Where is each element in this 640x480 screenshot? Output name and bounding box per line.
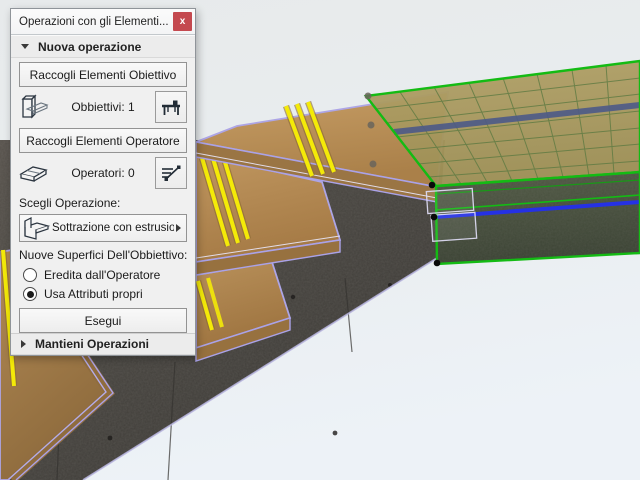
targets-count: Obbiettivi: 1: [71, 100, 135, 114]
radio-row-own-attributes[interactable]: Usa Attributi propri: [11, 283, 195, 302]
radio-row-inherit[interactable]: Eredita dall'Operatore: [11, 264, 195, 283]
pick-operators-button[interactable]: [155, 157, 187, 189]
targets-row: Obbiettivi: 1: [11, 87, 195, 124]
choose-operation-label: Scegli Operazione:: [19, 196, 121, 210]
palette-title: Operazioni con gli Elementi...: [19, 15, 169, 28]
subtraction-extrusion-icon: [22, 214, 50, 242]
operators-row: Operatori: 0: [11, 153, 195, 190]
expand-arrow-icon: [21, 340, 26, 348]
3d-window: Operazioni con gli Elementi... x Nuova o…: [0, 0, 640, 480]
radio-inherit-label: Eredita dall'Operatore: [44, 268, 161, 282]
operation-selected-value: Sottrazione con estrusio...: [52, 222, 174, 234]
operation-dropdown[interactable]: Sottrazione con estrusio...: [19, 214, 187, 242]
pick-targets-button[interactable]: [155, 91, 187, 123]
solid-element-operations-palette: Operazioni con gli Elementi... x Nuova o…: [10, 8, 196, 356]
section-new-operation-label: Nuova operazione: [38, 39, 142, 54]
new-surfaces-label: Nuove Superfici Dell'Obbiettivo:: [19, 248, 188, 262]
close-button[interactable]: x: [173, 12, 192, 31]
collect-operators-button[interactable]: Raccogli Elementi Operatore: [19, 128, 187, 153]
radio-own-circle[interactable]: [23, 287, 37, 301]
collapse-arrow-icon: [21, 44, 29, 49]
radio-dot: [26, 290, 34, 298]
section-keep-operations[interactable]: Mantieni Operazioni: [11, 333, 195, 355]
section-new-operation[interactable]: Nuova operazione: [11, 35, 195, 58]
operators-count: Operatori: 0: [71, 166, 135, 180]
execute-button[interactable]: Esegui: [19, 308, 187, 333]
section-keep-operations-label: Mantieni Operazioni: [35, 337, 150, 351]
target-elements-icon: [19, 93, 51, 121]
operator-elements-icon: [19, 159, 51, 187]
dropdown-arrow-icon: [176, 224, 181, 232]
palette-titlebar[interactable]: Operazioni con gli Elementi... x: [11, 9, 195, 35]
radio-inherit-circle[interactable]: [23, 268, 37, 282]
collect-targets-button[interactable]: Raccogli Elementi Obiettivo: [19, 62, 187, 87]
radio-own-label: Usa Attributi propri: [44, 287, 143, 301]
